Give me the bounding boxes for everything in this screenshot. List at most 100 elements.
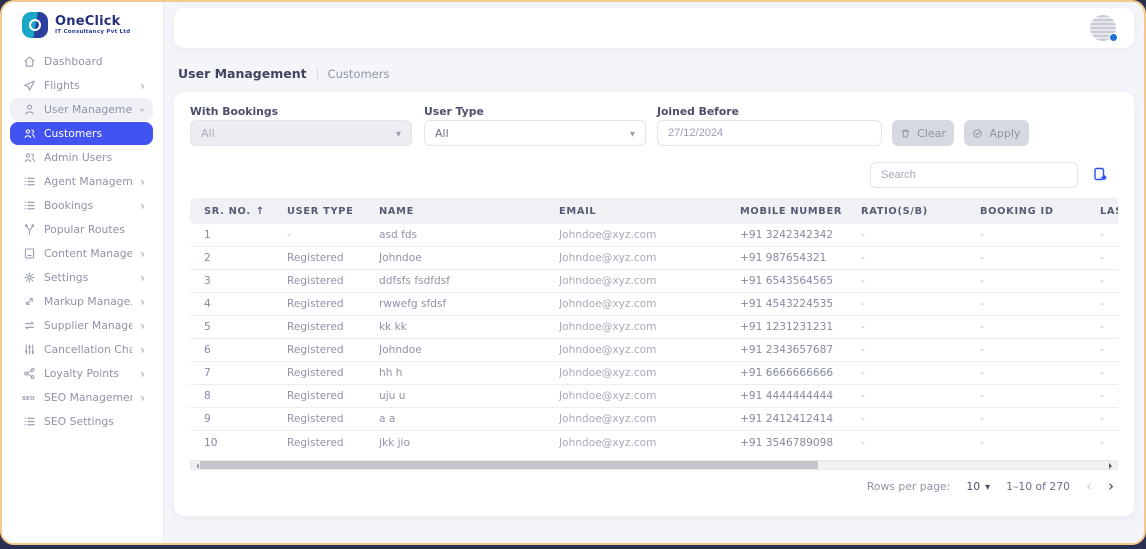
admin-users-icon — [22, 151, 36, 165]
with-bookings-select[interactable]: All — [190, 120, 412, 146]
cell-las: - — [1100, 413, 1104, 425]
column-header-las[interactable]: LAS — [1100, 206, 1118, 217]
column-header-mobile-number[interactable]: MOBILE NUMBER — [740, 206, 861, 217]
table-row: 10 Registered jkk jio Johndoe@xyz.com +91 35… — [190, 431, 1118, 454]
column-header-ratio-s-b[interactable]: RATIO(S/B) — [861, 206, 980, 217]
user-type-select[interactable]: All — [424, 120, 646, 146]
scroll-right-icon[interactable] — [1109, 463, 1115, 469]
app-window: OneClick IT Consultancy Pvt Ltd Dashboar… — [0, 0, 1146, 545]
cell-user-type: - — [287, 229, 291, 241]
sidebar-item-bookings[interactable]: Bookings › — [10, 194, 153, 217]
sidebar-item-label: Supplier Manage... — [44, 319, 132, 332]
table-row: 1 - asd fds Johndoe@xyz.com +91 3242342342 - -… — [190, 224, 1118, 247]
sidebar-item-supplier-manage[interactable]: Supplier Manage... › — [10, 314, 153, 337]
cell-booking-id: - — [980, 275, 984, 287]
sidebar-item-settings[interactable]: Settings › — [10, 266, 153, 289]
horizontal-scrollbar[interactable] — [190, 460, 1118, 470]
brand-logo: OneClick IT Consultancy Pvt Ltd — [2, 2, 163, 46]
apply-button-label: Apply — [989, 126, 1021, 140]
flights-icon — [22, 79, 36, 93]
cell-email: Johndoe@xyz.com — [559, 390, 657, 402]
cell-ratio-s-b: - — [861, 367, 865, 379]
sidebar-item-admin-users[interactable]: Admin Users — [10, 146, 153, 169]
cell-ratio-s-b: - — [861, 413, 865, 425]
apply-button[interactable]: Apply — [964, 120, 1029, 146]
column-header-user-type[interactable]: USER TYPE — [287, 206, 379, 217]
cell-name: ddfsfs fsdfdsf — [379, 275, 450, 287]
sidebar-item-seo-settings[interactable]: SEO Settings — [10, 410, 153, 433]
with-bookings-value: All — [201, 126, 215, 140]
cell-email: Johndoe@xyz.com — [559, 252, 657, 264]
sidebar-item-customers[interactable]: Customers — [10, 122, 153, 145]
chevron-right-icon: › — [140, 390, 145, 405]
cell-mobile-number: +91 3242342342 — [740, 229, 834, 241]
joined-before-input[interactable] — [657, 120, 882, 146]
sidebar-item-popular-routes[interactable]: Popular Routes — [10, 218, 153, 241]
cell-user-type: Registered — [287, 275, 344, 287]
clear-button[interactable]: Clear — [892, 120, 954, 146]
cell-booking-id: - — [980, 367, 984, 379]
table-row: 4 Registered rwwefg sfdsf Johndoe@xyz.com +9… — [190, 293, 1118, 316]
sidebar-item-user-management[interactable]: User Management› — [10, 98, 153, 121]
column-header-sr-no[interactable]: SR. NO. ↑ — [190, 206, 287, 217]
column-header-booking-id[interactable]: BOOKING ID — [980, 206, 1100, 217]
sidebar-item-loyalty-points[interactable]: Loyalty Points › — [10, 362, 153, 385]
sidebar-item-cancellation-char[interactable]: Cancellation Char... › — [10, 338, 153, 361]
sidebar-item-label: Bookings — [44, 199, 94, 212]
search-input[interactable] — [870, 162, 1078, 188]
cell-booking-id: - — [980, 321, 984, 333]
sidebar-item-seo-management[interactable]: SEO SEO Management › — [10, 386, 153, 409]
cell-email: Johndoe@xyz.com — [559, 275, 657, 287]
cell-sr-no: 3 — [204, 275, 211, 287]
column-header-email[interactable]: EMAIL — [559, 206, 740, 217]
sidebar-item-label: SEO Management — [44, 391, 133, 404]
user-avatar[interactable] — [1090, 15, 1118, 42]
export-icon[interactable] — [1090, 164, 1110, 184]
dashboard-icon — [22, 55, 36, 69]
sidebar-item-content-manage[interactable]: Content Manage... › — [10, 242, 153, 265]
cell-ratio-s-b: - — [861, 436, 865, 449]
sidebar-item-agent-managem[interactable]: Agent Managem... › — [10, 170, 153, 193]
sidebar-menu: DashboardFlights›User Management›Custome… — [2, 46, 163, 433]
cell-name: asd fds — [379, 229, 418, 241]
sidebar-item-dashboard[interactable]: Dashboard — [10, 50, 153, 73]
sidebar-item-label: User Management — [44, 103, 133, 116]
sidebar-item-markup-manage[interactable]: Markup Manage... › — [10, 290, 153, 313]
rows-per-page-select[interactable]: 10 — [966, 480, 990, 493]
sidebar-item-label: Popular Routes — [44, 223, 125, 236]
cell-las: - — [1100, 252, 1104, 264]
customers-icon — [22, 127, 36, 141]
cell-name: kk kk — [379, 321, 407, 333]
cell-mobile-number: +91 2343657687 — [740, 344, 834, 356]
cell-name: Johndoe — [379, 252, 422, 264]
customers-panel: With Bookings All User Type All Joined B… — [174, 92, 1134, 516]
markup-icon — [22, 295, 36, 309]
cell-name: a a — [379, 413, 396, 425]
breadcrumb-section: User Management — [178, 66, 307, 81]
previous-page-icon[interactable]: ‹ — [1086, 478, 1092, 494]
check-circle-icon — [972, 128, 983, 139]
sidebar-item-label: Markup Manage... — [44, 295, 133, 308]
cell-name: rwwefg sfdsf — [379, 298, 447, 310]
cell-booking-id: - — [980, 413, 984, 425]
next-page-icon[interactable]: › — [1108, 478, 1114, 494]
chevron-right-icon: › — [140, 270, 145, 285]
scrollbar-thumb[interactable] — [200, 461, 818, 469]
sidebar-item-flights[interactable]: Flights › — [10, 74, 153, 97]
cell-mobile-number: +91 4444444444 — [740, 390, 834, 402]
cell-user-type: Registered — [287, 252, 344, 264]
chevron-right-icon: › — [140, 366, 145, 381]
cell-sr-no: 1 — [204, 229, 211, 241]
chevron-right-icon: › — [140, 198, 145, 213]
user-icon — [22, 103, 36, 117]
cell-email: Johndoe@xyz.com — [559, 229, 657, 241]
scroll-left-icon[interactable] — [193, 463, 199, 469]
trash-icon — [900, 128, 911, 139]
cell-name: uju u — [379, 390, 406, 402]
cell-user-type: Registered — [287, 413, 344, 425]
cell-las: - — [1100, 344, 1104, 356]
cell-name: jkk jio — [379, 436, 410, 449]
sidebar-item-label: Loyalty Points — [44, 367, 119, 380]
cell-mobile-number: +91 1231231231 — [740, 321, 834, 333]
column-header-name[interactable]: NAME — [379, 206, 559, 217]
